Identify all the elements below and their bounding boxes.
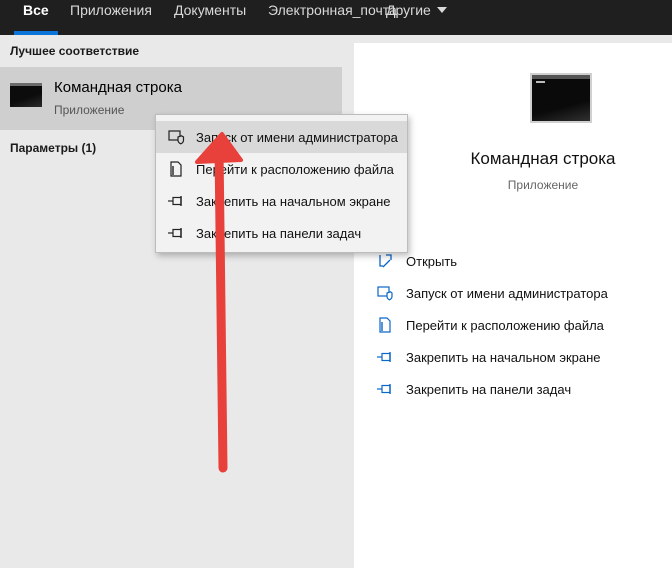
action-file-location[interactable]: Перейти к расположению файла <box>376 309 608 341</box>
best-match-name: Командная строка <box>54 79 182 96</box>
open-icon <box>376 252 394 270</box>
shield-icon <box>376 284 394 302</box>
tab-all-label: Все <box>23 2 49 18</box>
action-file-location-label: Перейти к расположению файла <box>406 317 604 333</box>
file-location-icon <box>376 316 394 334</box>
preview-actions: Открыть Запуск от имени администратора П… <box>376 245 608 405</box>
menu-item-file-location[interactable]: Перейти к расположению файла <box>156 153 407 185</box>
tab-apps-label: Приложения <box>70 2 152 18</box>
context-menu: Запуск от имени администратора Перейти к… <box>155 114 408 253</box>
tab-apps[interactable]: Приложения <box>70 0 152 35</box>
shield-icon <box>166 128 186 146</box>
action-run-as-admin[interactable]: Запуск от имени администратора <box>376 277 608 309</box>
tab-email[interactable]: Электронная_почта <box>268 0 397 35</box>
action-open[interactable]: Открыть <box>376 245 608 277</box>
cmd-icon <box>530 73 592 123</box>
best-match-heading: Лучшее соответствие <box>10 44 140 58</box>
menu-item-run-as-admin-label: Запуск от имени администратора <box>196 129 398 145</box>
action-pin-taskbar[interactable]: Закрепить на панели задач <box>376 373 608 405</box>
tab-documents-label: Документы <box>174 2 247 18</box>
menu-item-pin-start[interactable]: Закрепить на начальном экране <box>156 185 407 217</box>
action-pin-taskbar-label: Закрепить на панели задач <box>406 381 572 397</box>
cmd-icon <box>10 83 42 108</box>
chevron-down-icon <box>436 7 447 13</box>
action-run-as-admin-label: Запуск от имени администратора <box>406 285 608 301</box>
best-match-type: Приложение <box>54 103 125 117</box>
menu-item-pin-taskbar-label: Закрепить на панели задач <box>196 225 362 241</box>
action-pin-start[interactable]: Закрепить на начальном экране <box>376 341 608 373</box>
file-location-icon <box>166 160 186 178</box>
tab-other[interactable]: Другие <box>386 0 447 35</box>
pin-icon <box>166 192 186 210</box>
action-open-label: Открыть <box>406 253 458 269</box>
menu-item-pin-taskbar[interactable]: Закрепить на панели задач <box>156 217 407 249</box>
menu-item-run-as-admin[interactable]: Запуск от имени администратора <box>156 121 407 153</box>
pin-icon <box>376 348 394 366</box>
pin-icon <box>376 380 394 398</box>
tab-all[interactable]: Все <box>14 0 58 35</box>
search-scope-tabs: Все Приложения Документы Электронная_поч… <box>0 0 672 35</box>
pin-icon <box>166 224 186 242</box>
action-pin-start-label: Закрепить на начальном экране <box>406 349 601 365</box>
tab-email-label: Электронная_почта <box>268 2 397 18</box>
menu-item-pin-start-label: Закрепить на начальном экране <box>196 193 391 209</box>
tab-other-label: Другие <box>386 2 431 18</box>
tab-documents[interactable]: Документы <box>174 0 246 35</box>
menu-item-file-location-label: Перейти к расположению файла <box>196 161 394 177</box>
settings-heading[interactable]: Параметры (1) <box>10 141 96 155</box>
